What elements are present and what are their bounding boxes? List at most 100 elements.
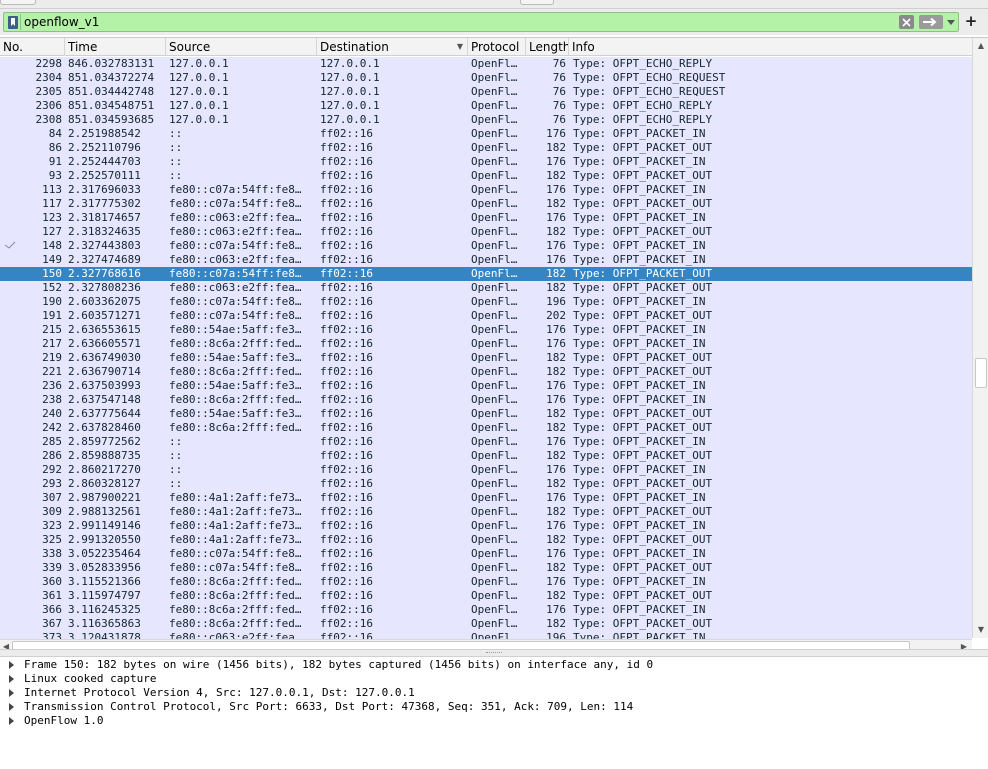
expand-arrow-icon[interactable] <box>9 675 14 683</box>
detail-tree-item[interactable]: Linux cooked capture <box>0 672 988 686</box>
packet-destination: ff02::16 <box>320 519 373 532</box>
packet-info: Type: OFPT_ECHO_REQUEST <box>573 71 726 84</box>
scroll-down-icon[interactable]: ▼ <box>976 625 986 635</box>
packet-row[interactable]: 360 3.115521366 fe80::8c6a:2fff:fed… ff02::… <box>0 575 972 589</box>
packet-info: Type: OFPT_PACKET_IN <box>573 379 706 392</box>
packet-number: 2308 <box>35 113 63 126</box>
expand-arrow-icon[interactable] <box>9 703 14 711</box>
packet-length: 182 <box>546 351 566 364</box>
packet-time: 2.252110796 <box>68 141 141 154</box>
column-header-no[interactable]: No. <box>0 38 65 56</box>
packet-row[interactable]: 219 2.636749030 fe80::54ae:5aff:fe3… ff02::… <box>0 351 972 365</box>
packet-row[interactable]: 123 2.318174657 fe80::c063:e2ff:fea… ff02::… <box>0 211 972 225</box>
packet-row[interactable]: 149 2.327474689 fe80::c063:e2ff:fea… ff02::… <box>0 253 972 267</box>
packet-time: 2.603362075 <box>68 295 141 308</box>
toolbar-button-edge[interactable] <box>520 0 554 5</box>
detail-tree-item[interactable]: Frame 150: 182 bytes on wire (1456 bits)… <box>0 658 988 672</box>
toolbar-button-edge[interactable] <box>0 0 36 5</box>
scrollbar-thumb[interactable] <box>12 641 910 649</box>
packet-row[interactable]: 373 3.120431878 fe80::c063:e2ff:fea… ff02::… <box>0 631 972 639</box>
apply-filter-button[interactable] <box>919 15 943 29</box>
packet-row[interactable]: 91 2.252444703:: ff02::16 OpenFl… 176 Type: O… <box>0 155 972 169</box>
packet-row[interactable]: 215 2.636553615 fe80::54ae:5aff:fe3… ff02::… <box>0 323 972 337</box>
packet-time: 2.636605571 <box>68 337 141 350</box>
packet-row[interactable]: 117 2.317775302 fe80::c07a:54ff:fe8… ff02::… <box>0 197 972 211</box>
detail-tree-item[interactable]: OpenFlow 1.0 <box>0 714 988 728</box>
scroll-right-icon[interactable]: ▶ <box>959 641 969 649</box>
expand-arrow-icon[interactable] <box>9 717 14 725</box>
packet-row[interactable]: 221 2.636790714 fe80::8c6a:2fff:fed… ff02::… <box>0 365 972 379</box>
packet-row[interactable]: 217 2.636605571 fe80::8c6a:2fff:fed… ff02::… <box>0 337 972 351</box>
clear-filter-button[interactable] <box>899 15 914 29</box>
packet-row[interactable]: 309 2.988132561 fe80::4a1:2aff:fe73… ff02::… <box>0 505 972 519</box>
packet-number: 149 <box>42 253 62 266</box>
packet-row[interactable]: 285 2.859772562:: ff02::16 OpenFl… 176 Type: … <box>0 435 972 449</box>
packet-row[interactable]: 338 3.052235464 fe80::c07a:54ff:fe8… ff02::… <box>0 547 972 561</box>
packet-row[interactable]: 366 3.116245325 fe80::8c6a:2fff:fed… ff02::… <box>0 603 972 617</box>
packet-row[interactable]: 292 2.860217270:: ff02::16 OpenFl… 176 Type: … <box>0 463 972 477</box>
packet-row[interactable]: 152 2.327808236 fe80::c063:e2ff:fea… ff02::… <box>0 281 972 295</box>
packet-row[interactable]: 2306 851.034548751 127.0.0.1 127.0.0.1 OpenF… <box>0 99 972 113</box>
splitter-grip[interactable] <box>486 652 502 654</box>
packet-protocol: OpenFl… <box>471 57 518 70</box>
column-header-time[interactable]: Time <box>65 38 166 56</box>
packet-row[interactable]: 293 2.860328127:: ff02::16 OpenFl… 182 Type: … <box>0 477 972 491</box>
packet-row[interactable]: 2308 851.034593685 127.0.0.1 127.0.0.1 OpenF… <box>0 113 972 127</box>
column-header-info[interactable]: Info <box>569 38 972 56</box>
packet-row-selected[interactable]: 150 2.327768616 fe80::c07a:54ff:fe8… ff02::… <box>0 267 972 281</box>
scroll-up-icon[interactable]: ▲ <box>976 41 986 51</box>
packet-row[interactable]: 238 2.637547148 fe80::8c6a:2fff:fed… ff02::… <box>0 393 972 407</box>
detail-tree-item[interactable]: Transmission Control Protocol, Src Port:… <box>0 700 988 714</box>
packet-row[interactable]: 339 3.052833956 fe80::c07a:54ff:fe8… ff02::… <box>0 561 972 575</box>
packet-destination: 127.0.0.1 <box>320 85 380 98</box>
packet-row[interactable]: 236 2.637503993 fe80::54ae:5aff:fe3… ff02::… <box>0 379 972 393</box>
packet-row[interactable]: 307 2.987900221 fe80::4a1:2aff:fe73… ff02::… <box>0 491 972 505</box>
packet-time: 2.988132561 <box>68 505 141 518</box>
filter-bookmark-button[interactable] <box>5 14 21 30</box>
packet-row[interactable]: 240 2.637775644 fe80::54ae:5aff:fe3… ff02::… <box>0 407 972 421</box>
packet-row[interactable]: 367 3.116365863 fe80::8c6a:2fff:fed… ff02::… <box>0 617 972 631</box>
scrollbar-thumb[interactable] <box>975 358 987 388</box>
column-header-source[interactable]: Source <box>166 38 317 56</box>
packet-row[interactable]: 127 2.318324635 fe80::c063:e2ff:fea… ff02::… <box>0 225 972 239</box>
packet-number: 238 <box>42 393 62 406</box>
display-filter-input[interactable] <box>24 13 894 31</box>
packet-row[interactable]: 84 2.251988542:: ff02::16 OpenFl… 176 Type: O… <box>0 127 972 141</box>
packet-row[interactable]: 361 3.115974797 fe80::8c6a:2fff:fed… ff02::… <box>0 589 972 603</box>
packet-row[interactable]: 2304 851.034372274 127.0.0.1 127.0.0.1 OpenF… <box>0 71 972 85</box>
packet-list-vertical-scrollbar[interactable]: ▲ ▼ <box>972 38 988 638</box>
packet-row[interactable]: 113 2.317696033 fe80::c07a:54ff:fe8… ff02::… <box>0 183 972 197</box>
packet-row[interactable]: 86 2.252110796:: ff02::16 OpenFl… 182 Type: O… <box>0 141 972 155</box>
packet-row[interactable]: 325 2.991320550 fe80::4a1:2aff:fe73… ff02::… <box>0 533 972 547</box>
packet-destination: ff02::16 <box>320 253 373 266</box>
packet-info: Type: OFPT_PACKET_IN <box>573 575 706 588</box>
packet-number: 373 <box>42 631 62 639</box>
packet-number: 190 <box>42 295 62 308</box>
packet-row[interactable]: 2305 851.034442748 127.0.0.1 127.0.0.1 OpenF… <box>0 85 972 99</box>
packet-row[interactable]: 148 2.327443803 fe80::c07a:54ff:fe8… ff02::… <box>0 239 972 253</box>
packet-row[interactable]: 242 2.637828460 fe80::8c6a:2fff:fed… ff02::… <box>0 421 972 435</box>
detail-tree-item[interactable]: Internet Protocol Version 4, Src: 127.0.… <box>0 686 988 700</box>
packet-row[interactable]: 286 2.859888735:: ff02::16 OpenFl… 182 Type: … <box>0 449 972 463</box>
scroll-left-icon[interactable]: ◀ <box>1 641 11 649</box>
packet-row[interactable]: 2298 846.032783131 127.0.0.1 127.0.0.1 OpenF… <box>0 57 972 71</box>
column-header-protocol[interactable]: Protocol <box>468 38 526 56</box>
add-filter-button[interactable]: + <box>964 11 978 31</box>
filter-history-dropdown[interactable] <box>945 14 957 30</box>
column-header-destination[interactable]: Destination ▼ <box>317 38 468 56</box>
packet-row[interactable]: 323 2.991149146 fe80::4a1:2aff:fe73… ff02::… <box>0 519 972 533</box>
packet-row[interactable]: 190 2.603362075 fe80::c07a:54ff:fe8… ff02::… <box>0 295 972 309</box>
packet-number: 219 <box>42 351 62 364</box>
packet-row[interactable]: 191 2.603571271 fe80::c07a:54ff:fe8… ff02::… <box>0 309 972 323</box>
packet-time: 2.860217270 <box>68 463 141 476</box>
packet-row[interactable]: 93 2.252570111:: ff02::16 OpenFl… 182 Type: O… <box>0 169 972 183</box>
expand-arrow-icon[interactable] <box>9 689 14 697</box>
packet-list-horizontal-scrollbar[interactable]: ◀ ▶ <box>0 639 972 649</box>
packet-info: Type: OFPT_PACKET_IN <box>573 337 706 350</box>
expand-arrow-icon[interactable] <box>9 661 14 669</box>
packet-length: 182 <box>546 169 566 182</box>
packet-number: 117 <box>42 197 62 210</box>
column-header-length[interactable]: Length <box>526 38 569 56</box>
pane-splitter[interactable] <box>0 649 988 656</box>
packet-destination: ff02::16 <box>320 365 373 378</box>
